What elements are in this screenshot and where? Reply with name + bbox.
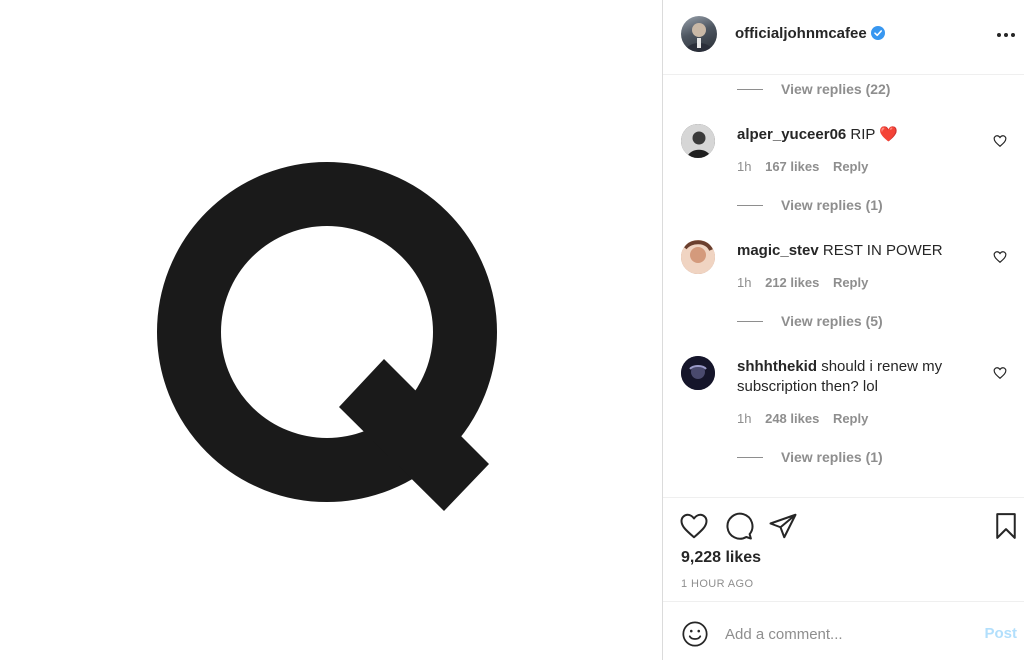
comment-body: shhhthekid should i renew my subscriptio… [737, 357, 987, 397]
post-timestamp[interactable]: 1 HOUR AGO [681, 578, 753, 590]
author-avatar[interactable] [681, 16, 717, 52]
comment-item: magic_stev REST IN POWER 1h 212 likes Re… [663, 240, 1024, 350]
comment-body: alper_yuceer06 RIP ❤️ [737, 125, 987, 145]
reply-button[interactable]: Reply [833, 159, 868, 174]
author-username[interactable]: officialjohnmcafee [735, 25, 885, 44]
view-replies-label[interactable]: View replies (5) [781, 313, 883, 329]
comment-bubble-icon[interactable] [724, 511, 754, 541]
commenter-avatar[interactable] [681, 356, 715, 390]
view-replies-button[interactable]: View replies (5) [737, 313, 883, 331]
comment-item: alper_yuceer06 RIP ❤️ 1h 167 likes Reply… [663, 124, 1024, 234]
comment-likes[interactable]: 167 likes [765, 159, 819, 174]
replies-divider-line [737, 205, 763, 206]
commenter-avatar[interactable] [681, 124, 715, 158]
comment-meta: 1h 248 likes Reply [737, 411, 878, 426]
post-actions: 9,228 likes 1 HOUR AGO [663, 497, 1024, 602]
post-comment-button[interactable]: Post [984, 625, 1017, 642]
replies-divider-line [737, 89, 763, 90]
comment-body: magic_stev REST IN POWER [737, 241, 987, 261]
like-comment-heart-icon[interactable] [993, 250, 1007, 264]
emoji-smiley-icon[interactable] [681, 620, 709, 648]
view-replies-button[interactable]: View replies (1) [737, 449, 883, 467]
comment-username[interactable]: alper_yuceer06 [737, 126, 846, 143]
reply-button[interactable]: Reply [833, 275, 868, 290]
add-comment-input[interactable] [725, 623, 965, 645]
comment-time[interactable]: 1h [737, 159, 751, 174]
reply-button[interactable]: Reply [833, 411, 868, 426]
comments-list[interactable]: View replies (22) alper_yuceer06 RIP ❤️ … [663, 75, 1024, 497]
comment-text: RIP [850, 126, 876, 143]
comment-time[interactable]: 1h [737, 275, 751, 290]
comment-username[interactable]: shhhthekid [737, 358, 817, 375]
add-comment-bar: Post [663, 603, 1024, 660]
view-replies-button[interactable]: View replies (1) [737, 197, 883, 215]
comment-likes[interactable]: 212 likes [765, 275, 819, 290]
post-side-panel: officialjohnmcafee View replies (22) alp… [662, 0, 1024, 660]
like-heart-icon[interactable] [679, 511, 709, 541]
view-replies-label[interactable]: View replies (22) [781, 81, 890, 97]
view-replies-button[interactable]: View replies (22) [737, 81, 890, 99]
q-logo-image [157, 162, 497, 511]
comment-text: REST IN POWER [822, 242, 943, 259]
comment-item: shhhthekid should i renew my subscriptio… [663, 356, 1024, 486]
author-username-text[interactable]: officialjohnmcafee [735, 25, 867, 42]
comment-meta: 1h 212 likes Reply [737, 275, 878, 290]
post-header: officialjohnmcafee [663, 0, 1024, 75]
heart-emoji: ❤️ [879, 126, 899, 143]
view-replies-label[interactable]: View replies (1) [781, 449, 883, 465]
like-comment-heart-icon[interactable] [993, 366, 1007, 380]
more-options-icon[interactable] [995, 24, 1017, 46]
commenter-avatar[interactable] [681, 240, 715, 274]
comment-username[interactable]: magic_stev [737, 242, 819, 259]
comment-likes[interactable]: 248 likes [765, 411, 819, 426]
share-paper-plane-icon[interactable] [768, 511, 798, 541]
view-replies-label[interactable]: View replies (1) [781, 197, 883, 213]
comment-meta: 1h 167 likes Reply [737, 159, 878, 174]
replies-divider-line [737, 457, 763, 458]
save-bookmark-icon[interactable] [991, 511, 1021, 541]
verified-badge-icon [870, 26, 885, 44]
replies-divider-line [737, 321, 763, 322]
like-comment-heart-icon[interactable] [993, 134, 1007, 148]
comment-time[interactable]: 1h [737, 411, 751, 426]
post-likes-count[interactable]: 9,228 likes [681, 549, 761, 567]
post-image[interactable] [0, 0, 662, 660]
